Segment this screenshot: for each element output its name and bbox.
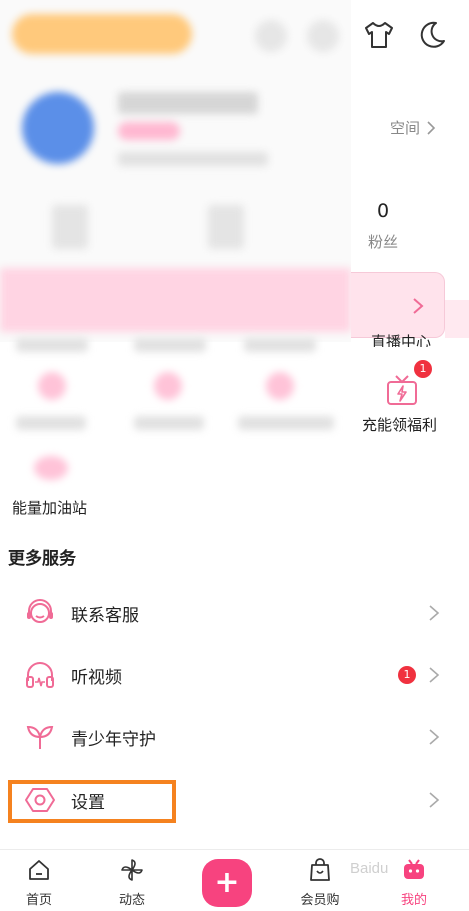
tv-icon bbox=[404, 859, 424, 879]
chevron-right-icon bbox=[429, 605, 440, 621]
fans-label: 粉丝 bbox=[367, 233, 398, 251]
energy-icon[interactable] bbox=[34, 456, 68, 480]
gift-icon[interactable] bbox=[384, 372, 420, 408]
section-title: 更多服务 bbox=[8, 549, 76, 569]
scan-icon[interactable] bbox=[255, 20, 287, 52]
pinwheel-icon bbox=[121, 859, 143, 881]
grid-label bbox=[238, 416, 334, 430]
headphones-icon bbox=[26, 662, 54, 688]
chevron-right-icon bbox=[429, 667, 440, 683]
sprout-icon bbox=[26, 725, 54, 749]
grid-icon[interactable] bbox=[38, 372, 66, 400]
promo-banner-tail bbox=[445, 300, 469, 338]
grid-label bbox=[16, 338, 88, 352]
chevron-right-icon[interactable] bbox=[411, 297, 425, 315]
moon-icon[interactable] bbox=[416, 19, 448, 51]
blurred-feature-grid bbox=[0, 332, 351, 492]
fans-count[interactable]: 0 bbox=[351, 200, 415, 222]
grid-label bbox=[16, 416, 86, 430]
grid-label bbox=[244, 338, 316, 352]
user-meta bbox=[118, 152, 268, 166]
chevron-right-icon bbox=[429, 729, 440, 745]
tshirt-icon[interactable] bbox=[363, 20, 395, 50]
energy-station-label[interactable]: 能量加油站 bbox=[12, 497, 87, 518]
headset-icon bbox=[27, 599, 53, 623]
notification-badge: 1 bbox=[398, 666, 416, 684]
grid-label bbox=[134, 338, 206, 352]
nav-member-shop[interactable]: 会员购 bbox=[280, 850, 360, 911]
member-tag bbox=[118, 122, 180, 140]
nav-home[interactable]: 首页 bbox=[0, 850, 79, 911]
nav-label: 动态 bbox=[118, 893, 145, 908]
service-label: 青少年守护 bbox=[71, 729, 156, 750]
grid-icon[interactable] bbox=[266, 372, 294, 400]
grid-label bbox=[134, 416, 204, 430]
avatar[interactable] bbox=[22, 92, 94, 164]
bottom-nav: 首页 动态 + 会员购 我的 bbox=[0, 849, 469, 911]
watermark: Baidu bbox=[350, 860, 389, 877]
shopping-bag-icon bbox=[310, 858, 330, 881]
service-row-listen-video[interactable]: 听视频 1 bbox=[0, 645, 469, 705]
home-icon bbox=[29, 860, 49, 880]
stat-following[interactable] bbox=[208, 205, 244, 249]
nav-label: 首页 bbox=[25, 893, 52, 908]
stat-dynamic[interactable] bbox=[52, 205, 88, 249]
space-link[interactable]: 空间 bbox=[390, 117, 436, 138]
gift-label[interactable]: 充能领福利 bbox=[362, 414, 437, 435]
blurred-profile-region bbox=[0, 0, 351, 342]
promo-banner-right[interactable] bbox=[351, 272, 445, 338]
service-label: 听视频 bbox=[71, 667, 122, 688]
chevron-right-icon bbox=[427, 120, 436, 135]
settings-highlight-box bbox=[8, 780, 176, 823]
service-label: 联系客服 bbox=[71, 605, 139, 626]
nav-label: 会员购 bbox=[300, 893, 340, 908]
service-row-customer-service[interactable]: 联系客服 bbox=[0, 583, 469, 643]
message-icon[interactable] bbox=[307, 20, 339, 52]
live-center-label[interactable]: 直播中心 bbox=[371, 331, 431, 347]
nav-label: 我的 bbox=[400, 893, 427, 908]
gift-badge: 1 bbox=[414, 360, 432, 378]
grid-icon[interactable] bbox=[154, 372, 182, 400]
plus-icon: + bbox=[214, 865, 240, 900]
promo-banner[interactable] bbox=[0, 268, 351, 332]
chevron-right-icon bbox=[429, 792, 440, 808]
vip-banner-pill[interactable] bbox=[12, 14, 192, 54]
space-label: 空间 bbox=[390, 119, 421, 137]
service-row-teen-guard[interactable]: 青少年守护 bbox=[0, 707, 469, 767]
nav-dynamic[interactable]: 动态 bbox=[92, 850, 172, 911]
username bbox=[118, 92, 258, 114]
publish-plus-button[interactable]: + bbox=[202, 859, 252, 907]
